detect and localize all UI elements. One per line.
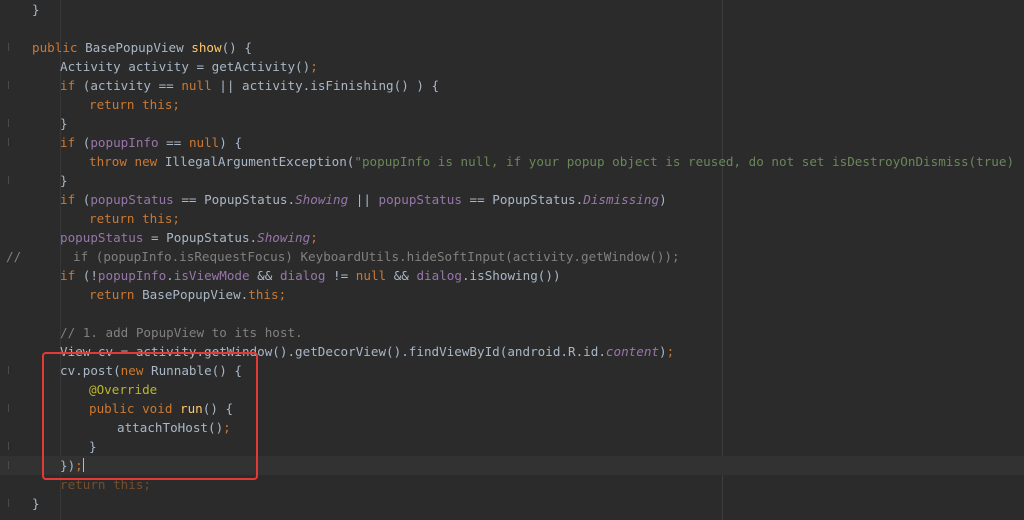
code-line-0[interactable]: }	[0, 0, 1024, 19]
code-token: IllegalArgumentException(	[157, 154, 355, 169]
code-token: &&	[249, 268, 280, 283]
code-token: public	[32, 40, 78, 55]
code-token: if (popupInfo.isRequestFocus) KeyboardUt…	[73, 249, 680, 264]
code-token: Showing	[295, 192, 349, 207]
code-line-8[interactable]: }	[0, 171, 1024, 190]
code-token: show	[191, 40, 222, 55]
code-line-13[interactable]: if (!popupInfo.isViewMode && dialog != n…	[0, 266, 1024, 285]
code-token: if	[60, 135, 76, 150]
code-token: ;	[172, 97, 180, 112]
code-token: dialog	[416, 268, 462, 283]
code-token: (activity ==	[75, 78, 182, 93]
code-token: ;	[310, 59, 318, 74]
fold-marker-icon[interactable]	[8, 119, 15, 127]
code-token: isViewMode	[173, 268, 250, 283]
code-token: BasePopupView	[77, 40, 192, 55]
code-token: // 1. add PopupView to its host.	[60, 325, 303, 340]
code-line-9[interactable]: if (popupStatus == PopupStatus.Showing |…	[0, 190, 1024, 209]
code-token: dialog	[279, 268, 326, 283]
code-token: "popupInfo is null, if your popup object…	[354, 154, 1024, 169]
code-token: }	[60, 116, 68, 131]
code-token: (!	[75, 268, 98, 283]
code-token: &&	[386, 268, 417, 283]
code-token: == PopupStatus.	[173, 192, 296, 207]
fold-marker-icon[interactable]	[8, 43, 15, 51]
code-token: )	[659, 344, 667, 359]
code-token: null	[188, 135, 220, 150]
code-token: Showing	[257, 230, 311, 245]
code-token: Dismissing	[583, 192, 660, 207]
code-token: popupStatus	[90, 192, 174, 207]
code-line-14[interactable]: return BasePopupView.this;	[0, 285, 1024, 304]
code-token: !=	[325, 268, 356, 283]
code-token: null	[355, 268, 387, 283]
code-line-16[interactable]: // 1. add PopupView to its host.	[0, 323, 1024, 342]
code-token: if	[60, 78, 76, 93]
code-token: = PopupStatus.	[143, 230, 258, 245]
code-token: || activity.isFinishing() ) {	[211, 78, 440, 93]
code-token: return this	[89, 97, 173, 112]
code-line-10[interactable]: return this;	[0, 209, 1024, 228]
code-line-11[interactable]: popupStatus = PopupStatus.Showing;	[0, 228, 1024, 247]
code-line-6[interactable]: if (popupInfo == null) {	[0, 133, 1024, 152]
code-token: (	[75, 192, 91, 207]
code-token: (	[75, 135, 91, 150]
code-token: ==	[158, 135, 189, 150]
code-token: throw new	[89, 154, 158, 169]
code-token: ||	[348, 192, 379, 207]
code-line-7[interactable]: throw new IllegalArgumentException("popu…	[0, 152, 1024, 171]
fold-marker-icon[interactable]	[8, 442, 15, 450]
fold-marker-icon[interactable]	[8, 461, 15, 469]
fold-marker-icon[interactable]	[8, 404, 15, 412]
code-token: )	[659, 192, 667, 207]
code-line-1[interactable]: public BasePopupView show() {	[0, 38, 1024, 57]
code-token: }	[32, 496, 40, 511]
code-token: ;	[310, 230, 318, 245]
code-token: return	[89, 287, 135, 302]
fold-marker-icon[interactable]	[8, 81, 15, 89]
code-editor[interactable]: } public BasePopupView show() { Activity…	[0, 0, 1024, 520]
code-line-3[interactable]: if (activity == null || activity.isFinis…	[0, 76, 1024, 95]
code-token: content	[605, 344, 659, 359]
code-token: popupStatus	[60, 230, 144, 245]
code-token: popupInfo	[90, 135, 159, 150]
code-token: ;	[278, 287, 287, 302]
code-line-25[interactable]: }	[0, 494, 1024, 513]
code-token: .	[166, 268, 174, 283]
code-token: if	[60, 192, 76, 207]
code-token: ;	[172, 211, 180, 226]
code-line-4[interactable]: return this;	[0, 95, 1024, 114]
code-line-2[interactable]: Activity activity = getActivity();	[0, 57, 1024, 76]
code-token: Activity activity = getActivity()	[60, 59, 311, 74]
code-token: }	[60, 173, 68, 188]
code-line-12[interactable]: // if (popupInfo.isRequestFocus) Keyboar…	[0, 247, 1024, 266]
fold-marker-icon[interactable]	[8, 366, 15, 374]
code-token: BasePopupView.	[134, 287, 249, 302]
code-token: if	[60, 268, 76, 283]
code-token: this	[248, 287, 279, 302]
code-token: popupStatus	[378, 192, 462, 207]
code-token: null	[181, 78, 212, 93]
code-token: ;	[666, 344, 675, 359]
code-token: }	[32, 2, 40, 17]
highlight-box	[42, 352, 258, 480]
code-token: () {	[221, 40, 252, 55]
code-line-5[interactable]: }	[0, 114, 1024, 133]
code-token: return this	[89, 211, 173, 226]
code-token: popupInfo	[97, 268, 167, 283]
fold-marker-icon[interactable]	[8, 138, 15, 146]
line-comment-marker: //	[6, 249, 22, 264]
fold-marker-icon[interactable]	[8, 176, 15, 184]
code-token: == PopupStatus.	[461, 192, 584, 207]
fold-marker-icon[interactable]	[8, 499, 15, 507]
code-token: .isShowing())	[461, 268, 561, 283]
code-token: ) {	[219, 135, 243, 150]
